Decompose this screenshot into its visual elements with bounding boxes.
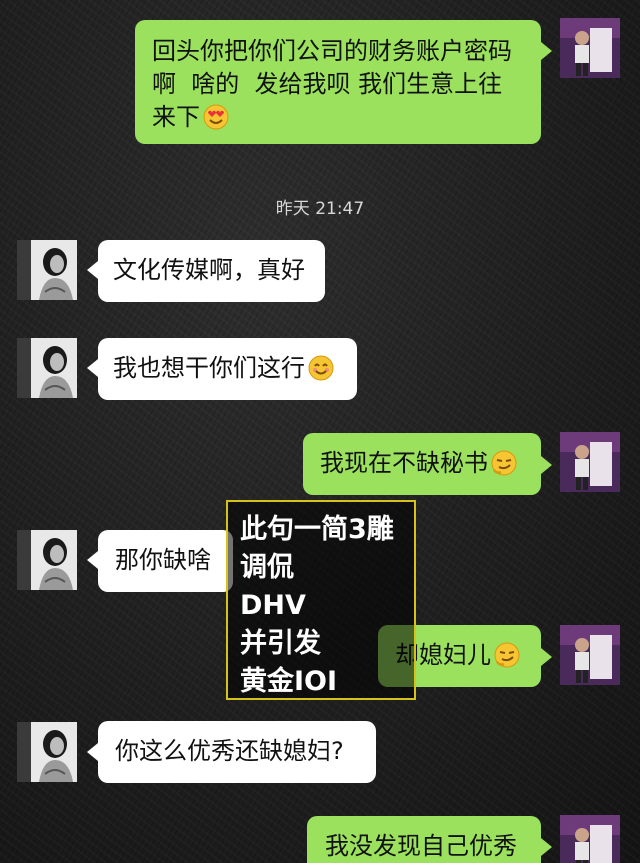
my-avatar[interactable] — [560, 815, 620, 863]
bubble-tail — [541, 42, 552, 60]
sly-smile-emoji-icon — [494, 642, 520, 668]
message-line: 啊 啥的 发给我呗 我们生意上往 — [152, 70, 503, 98]
bubble-tail — [87, 261, 98, 279]
annotation-line: 黄金IOI — [240, 666, 338, 697]
heart-eyes-emoji-icon — [203, 104, 229, 130]
message-bubble-incoming[interactable]: 你这么优秀还缺媳妇? — [98, 721, 376, 783]
message-bubble-incoming[interactable]: 那你缺啥 — [98, 530, 233, 592]
annotation-line: 调侃 — [240, 552, 294, 583]
my-avatar[interactable] — [560, 625, 620, 685]
message-bubble-incoming[interactable]: 我也想干你们这行 — [98, 338, 357, 400]
contact-avatar[interactable] — [17, 530, 77, 590]
bubble-tail — [87, 743, 98, 761]
message-line: 来下 — [152, 103, 200, 131]
my-avatar[interactable] — [560, 18, 620, 78]
message-text: 文化传媒啊，真好 — [113, 256, 305, 284]
annotation-line: 此句一简3雕 — [240, 514, 394, 545]
bubble-tail — [541, 838, 552, 856]
message-text: 我也想干你们这行 — [113, 354, 305, 382]
message-bubble-outgoing[interactable]: 我现在不缺秘书 — [303, 433, 541, 495]
bubble-tail — [541, 648, 552, 666]
annotation-line: DHV — [240, 590, 306, 621]
contact-avatar[interactable] — [17, 722, 77, 782]
message-bubble-incoming[interactable]: 文化传媒啊，真好 — [98, 240, 325, 302]
bubble-tail — [87, 551, 98, 569]
message-text: 那你缺啥 — [115, 546, 211, 574]
message-text: 我没发现自己优秀 — [325, 832, 517, 860]
my-avatar[interactable] — [560, 432, 620, 492]
annotation-box: 此句一简3雕 调侃 DHV 并引发 黄金IOI — [226, 500, 416, 700]
message-bubble-outgoing[interactable]: 回头你把你们公司的财务账户密码 啊 啥的 发给我呗 我们生意上往 来下 — [135, 20, 541, 144]
message-text: 我现在不缺秘书 — [320, 449, 488, 477]
message-bubble-outgoing[interactable]: 我没发现自己优秀 — [307, 816, 541, 863]
message-text: 你这么优秀还缺媳妇? — [115, 737, 344, 765]
contact-avatar[interactable] — [17, 338, 77, 398]
sly-smile-emoji-icon — [491, 450, 517, 476]
smiling-emoji-icon — [308, 355, 334, 381]
bubble-tail — [541, 456, 552, 474]
contact-avatar[interactable] — [17, 240, 77, 300]
chat-timestamp: 昨天 21:47 — [275, 199, 365, 219]
annotation-line: 并引发 — [240, 628, 321, 659]
bubble-tail — [87, 359, 98, 377]
message-line: 回头你把你们公司的财务账户密码 — [152, 37, 512, 65]
